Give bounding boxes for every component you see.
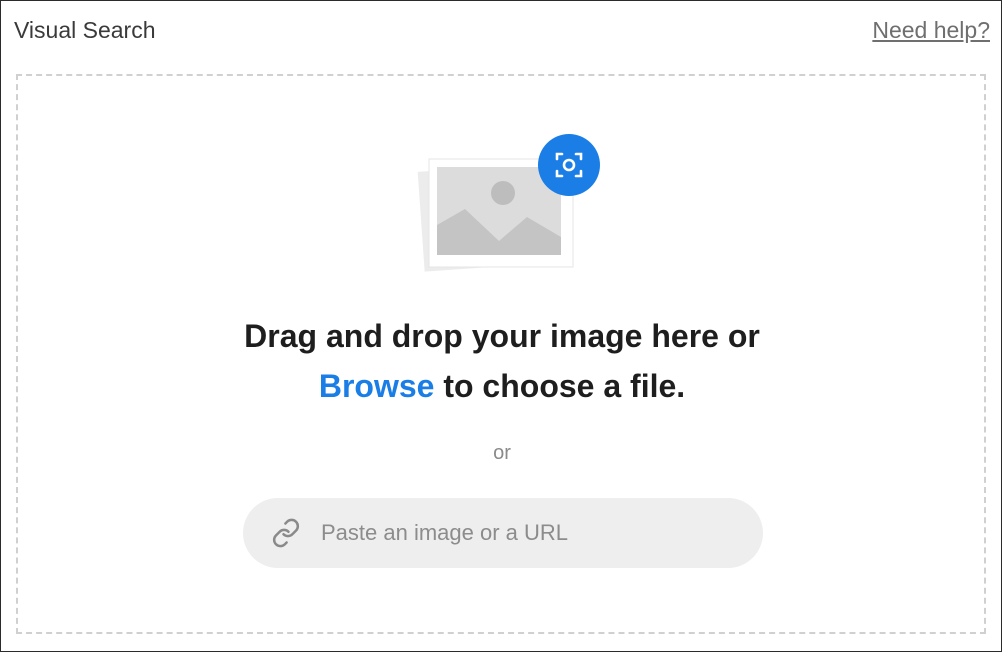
need-help-link[interactable]: Need help? bbox=[872, 16, 990, 44]
link-icon bbox=[272, 518, 300, 548]
drop-instructions-line2-text: to choose a file. bbox=[434, 368, 686, 404]
or-divider-label: or bbox=[493, 442, 511, 464]
drop-instructions: Drag and drop your image here or Browse … bbox=[1, 311, 1002, 411]
panel-header: Visual Search Need help? bbox=[1, 1, 1001, 59]
image-placeholder-icon bbox=[417, 134, 600, 272]
url-input[interactable] bbox=[321, 516, 741, 550]
url-input-container[interactable] bbox=[243, 498, 763, 568]
visual-search-panel: Visual Search Need help? Drag and drop y… bbox=[0, 0, 1002, 652]
browse-link[interactable]: Browse bbox=[319, 368, 435, 404]
panel-title: Visual Search bbox=[14, 17, 156, 43]
drop-instructions-line1: Drag and drop your image here or bbox=[244, 318, 760, 354]
drop-instructions-line2: Browse to choose a file. bbox=[1, 361, 1002, 411]
camera-scan-icon bbox=[538, 134, 600, 196]
